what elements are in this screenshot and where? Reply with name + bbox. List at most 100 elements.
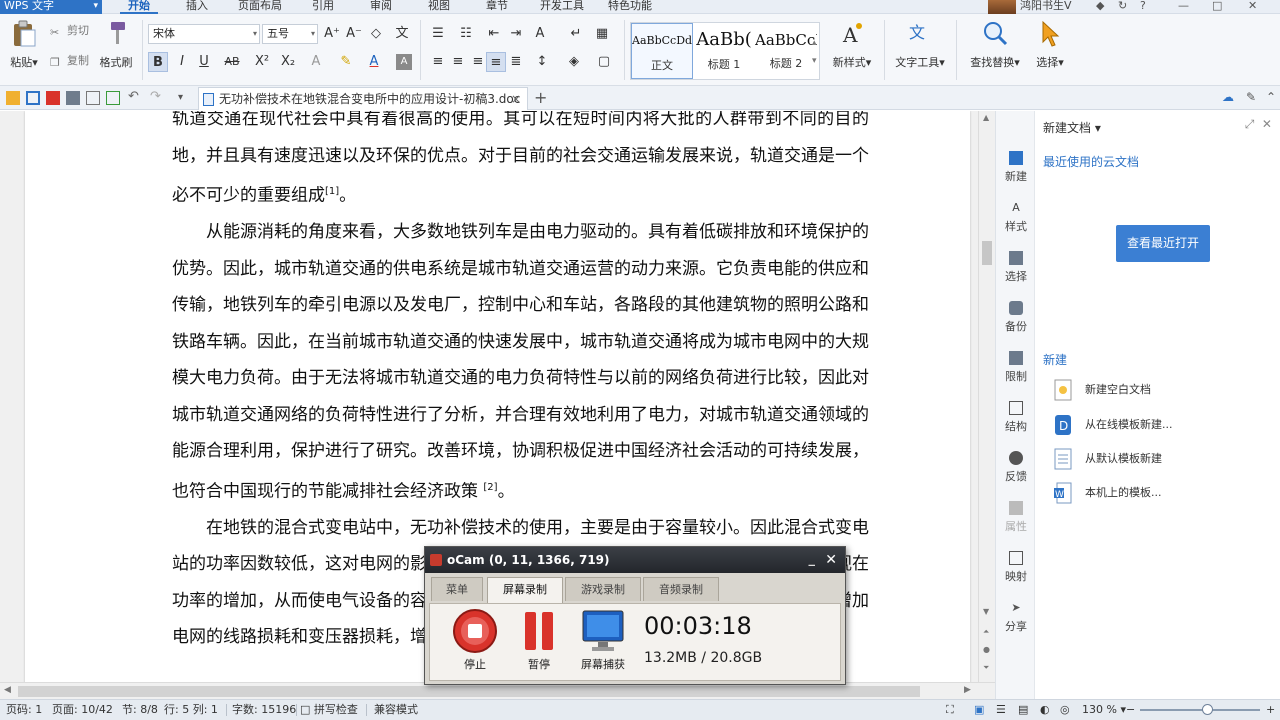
close-tab-icon[interactable]: × xyxy=(511,88,521,110)
rail-restrict[interactable]: 限制 xyxy=(996,351,1036,384)
eye-protect-icon[interactable]: ◎ xyxy=(1060,700,1070,720)
tab-home[interactable]: 开始 xyxy=(120,0,158,14)
bold-button[interactable]: B xyxy=(148,52,168,72)
outline-view-icon[interactable]: ☰ xyxy=(996,700,1006,720)
save-icon[interactable] xyxy=(26,91,40,105)
format-painter-button[interactable]: 格式刷 xyxy=(96,20,136,70)
focus-mode-icon[interactable]: ⛶ xyxy=(946,700,954,720)
scroll-right-icon[interactable]: ▶ xyxy=(964,685,971,695)
new-style-button[interactable]: A 新样式▾ xyxy=(826,20,878,70)
status-row-col[interactable]: 行: 5 列: 1 xyxy=(164,700,218,720)
cloud-icon[interactable]: ☁ xyxy=(1222,90,1236,104)
read-view-icon[interactable]: ▤ xyxy=(1018,700,1028,720)
font-color-button[interactable]: A xyxy=(364,52,384,72)
show-marks-button[interactable]: ↵ xyxy=(566,24,586,44)
panel-controls[interactable]: ⤢ ✕ xyxy=(1245,117,1272,132)
local-templates[interactable]: W 本机上的模板... xyxy=(1053,480,1162,506)
align-left-button[interactable]: ≡ xyxy=(428,52,448,72)
select-browse-icon[interactable]: ● xyxy=(983,645,990,654)
pdf-icon[interactable] xyxy=(46,91,60,105)
ocam-screen-capture-button[interactable]: 屏幕捕获 xyxy=(574,608,632,672)
shrink-font-button[interactable]: A⁻ xyxy=(344,24,364,44)
skin-icon[interactable]: ✎ xyxy=(1246,90,1260,104)
tab-review[interactable]: 审阅 xyxy=(370,0,392,11)
open-recent-button[interactable]: 查看最近打开 xyxy=(1116,225,1210,262)
tab-developer[interactable]: 开发工具 xyxy=(540,0,584,11)
shading-button[interactable]: ◈ xyxy=(564,52,584,72)
style-normal[interactable]: AaBbCcDd 正文 xyxy=(631,23,693,79)
zoom-slider-knob[interactable] xyxy=(1202,704,1213,715)
cut-button[interactable]: ✂ 剪切 xyxy=(50,22,89,40)
scroll-left-icon[interactable]: ◀ xyxy=(4,685,11,695)
open-folder-icon[interactable] xyxy=(6,91,20,105)
rail-feedback[interactable]: 反馈 xyxy=(996,451,1036,484)
rail-share[interactable]: ➤ 分享 xyxy=(996,601,1036,634)
bullet-list-button[interactable]: ☰ xyxy=(428,24,448,44)
spell-check-icon[interactable] xyxy=(106,91,120,105)
increase-indent-button[interactable]: ⇥ xyxy=(506,24,526,44)
status-pages[interactable]: 页面: 10/42 xyxy=(52,700,113,720)
close-icon[interactable]: ✕ xyxy=(825,547,837,573)
tab-view[interactable]: 视图 xyxy=(428,0,450,11)
paste-button[interactable]: 粘贴▾ xyxy=(6,20,42,70)
ocam-tab-menu[interactable]: 菜单 xyxy=(431,577,483,601)
font-size-select[interactable]: 五号 ▾ xyxy=(262,24,318,44)
find-replace-button[interactable]: 查找替换▾ xyxy=(964,20,1026,70)
new-blank-document[interactable]: 新建空白文档 xyxy=(1053,377,1151,403)
style-heading-1[interactable]: AaBb( 标题 1 xyxy=(693,23,755,79)
grow-font-button[interactable]: A⁺ xyxy=(322,24,342,44)
ocam-stop-button[interactable]: 停止 xyxy=(446,608,504,672)
rail-backup[interactable]: 备份 xyxy=(996,301,1036,334)
decrease-indent-button[interactable]: ⇤ xyxy=(484,24,504,44)
ocam-tab-screen-record[interactable]: 屏幕录制 xyxy=(487,577,563,603)
qat-customize-icon[interactable]: ▾ xyxy=(178,92,192,106)
rail-mapping[interactable]: 映射 xyxy=(996,551,1036,584)
status-spell-check[interactable]: □ 拼写检查 xyxy=(300,700,358,720)
distribute-button[interactable]: ≣ xyxy=(506,52,526,72)
tab-references[interactable]: 引用 xyxy=(312,0,334,11)
redo-icon[interactable]: ↷ xyxy=(150,89,164,104)
underline-button[interactable]: U xyxy=(194,52,214,72)
skin-icon[interactable]: ◆ xyxy=(1096,0,1104,11)
scrollbar-thumb[interactable] xyxy=(982,241,992,265)
style-heading-2[interactable]: AaBbCcI 标题 2 xyxy=(755,23,817,79)
text-tools-button[interactable]: 文 文字工具▾ xyxy=(890,20,950,70)
minimize-icon[interactable]: _ xyxy=(809,547,816,573)
panel-title[interactable]: 新建文档 ▾ xyxy=(1043,119,1101,136)
text-effect-button[interactable]: A xyxy=(306,52,326,72)
zoom-out-icon[interactable]: − xyxy=(1126,700,1135,720)
web-view-icon[interactable]: ◐ xyxy=(1040,700,1050,720)
print-preview-icon[interactable] xyxy=(86,91,100,105)
status-word-count[interactable]: 字数: 15196 xyxy=(232,700,296,720)
phonetic-button[interactable]: 文 xyxy=(392,24,412,44)
chinese-layout-button[interactable]: A xyxy=(530,24,550,44)
user-account[interactable]: 鸿阳书生V xyxy=(988,0,1088,14)
clear-format-button[interactable]: ◇ xyxy=(366,24,386,44)
sync-icon[interactable]: ↻ xyxy=(1118,0,1127,11)
scroll-down-icon[interactable]: ▼ xyxy=(983,607,989,616)
copy-button[interactable]: ❐ 复制 xyxy=(50,52,89,70)
status-section[interactable]: 节: 8/8 xyxy=(122,700,158,720)
prev-page-icon[interactable]: ⏶ xyxy=(983,627,989,637)
tab-special[interactable]: 特色功能 xyxy=(608,0,652,11)
next-page-icon[interactable]: ⏷ xyxy=(983,663,989,673)
justify-button[interactable]: ≡ xyxy=(486,52,506,72)
ocam-tab-audio-record[interactable]: 音频录制 xyxy=(643,577,719,601)
highlight-button[interactable]: ✎ xyxy=(336,52,356,72)
status-page-number[interactable]: 页码: 1 xyxy=(6,700,42,720)
ocam-pause-button[interactable]: 暂停 xyxy=(510,608,568,672)
zoom-slider[interactable] xyxy=(1140,704,1260,715)
recent-cloud-docs-link[interactable]: 最近使用的云文档 xyxy=(1043,153,1139,170)
strikethrough-button[interactable]: AB xyxy=(222,52,242,72)
zoom-in-icon[interactable]: + xyxy=(1266,700,1275,720)
tab-chapter[interactable]: 章节 xyxy=(486,0,508,11)
rail-styles[interactable]: A 样式 xyxy=(996,201,1036,234)
undo-icon[interactable]: ↶ xyxy=(128,89,142,104)
rail-structure[interactable]: 结构 xyxy=(996,401,1036,434)
tab-insert[interactable]: 插入 xyxy=(186,0,208,11)
vertical-scrollbar[interactable]: ▲ ▼ ⏶ ● ⏷ xyxy=(978,111,995,682)
char-shading-button[interactable]: A xyxy=(396,54,412,70)
font-name-select[interactable]: 宋体 ▾ xyxy=(148,24,260,44)
zoom-level[interactable]: 130 % ▾ xyxy=(1082,700,1126,720)
help-icon[interactable]: ? xyxy=(1140,0,1146,11)
